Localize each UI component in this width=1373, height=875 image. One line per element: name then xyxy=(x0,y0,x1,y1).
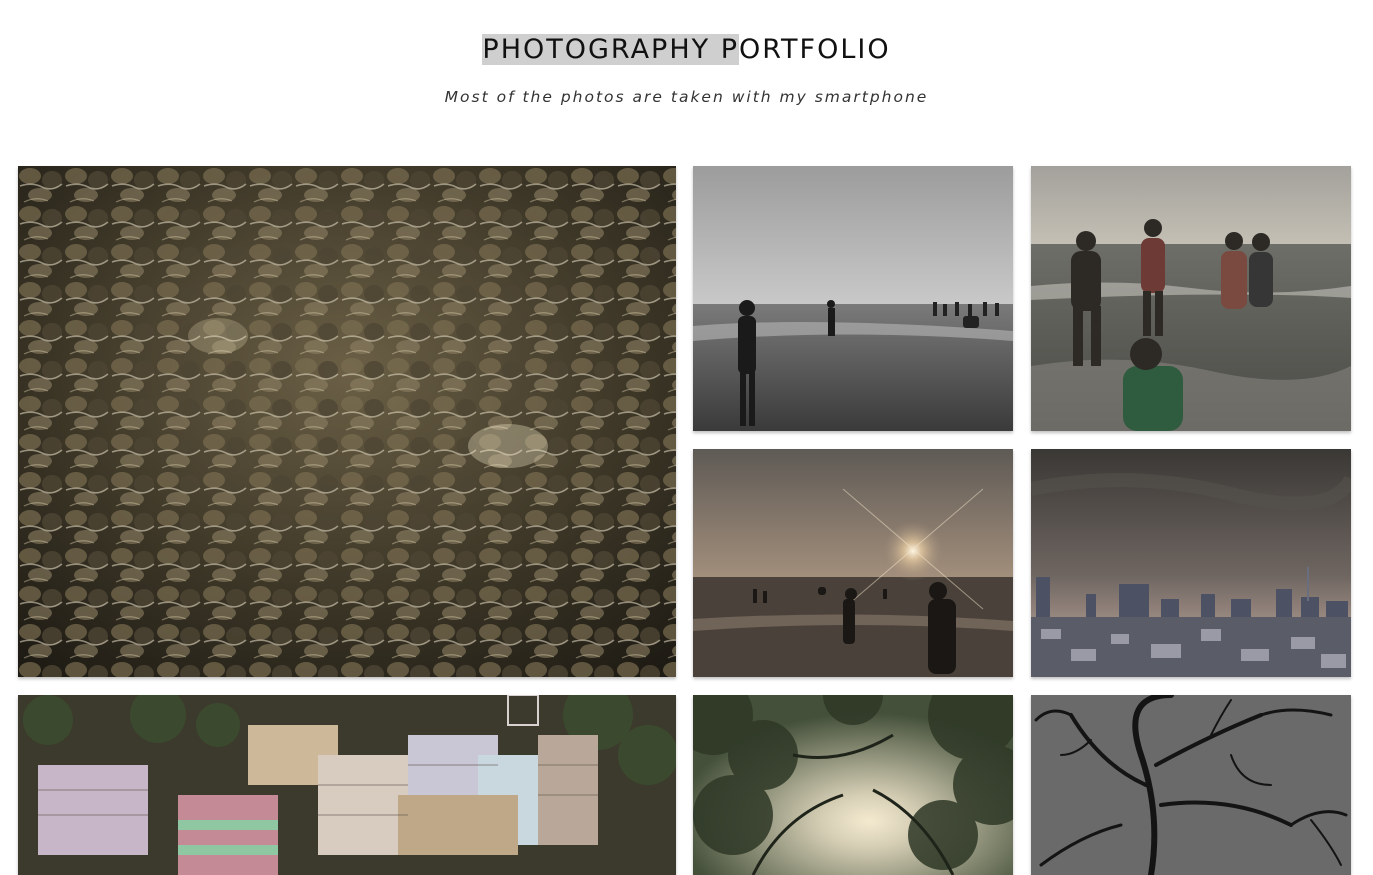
photo-boys-waves[interactable] xyxy=(1031,166,1351,431)
page-header: PHOTOGRAPHY PORTFOLIO Most of the photos… xyxy=(0,0,1373,140)
page-title: PHOTOGRAPHY PORTFOLIO xyxy=(482,30,890,69)
page-subtitle: Most of the photos are taken with my sma… xyxy=(444,88,929,106)
title-rest-text: ORTFOLIO xyxy=(739,34,891,65)
photo-colorful-buildings[interactable] xyxy=(18,695,676,875)
photo-bare-branches[interactable] xyxy=(1031,695,1351,875)
photo-city-skyline[interactable] xyxy=(1031,449,1351,677)
photo-beach-bw[interactable] xyxy=(693,166,1013,431)
photo-sunset-beach[interactable] xyxy=(693,449,1013,677)
title-selected-text: PHOTOGRAPHY P xyxy=(482,34,739,65)
photo-sun-trees[interactable] xyxy=(693,695,1013,875)
photo-water-pebbles[interactable] xyxy=(18,166,676,677)
